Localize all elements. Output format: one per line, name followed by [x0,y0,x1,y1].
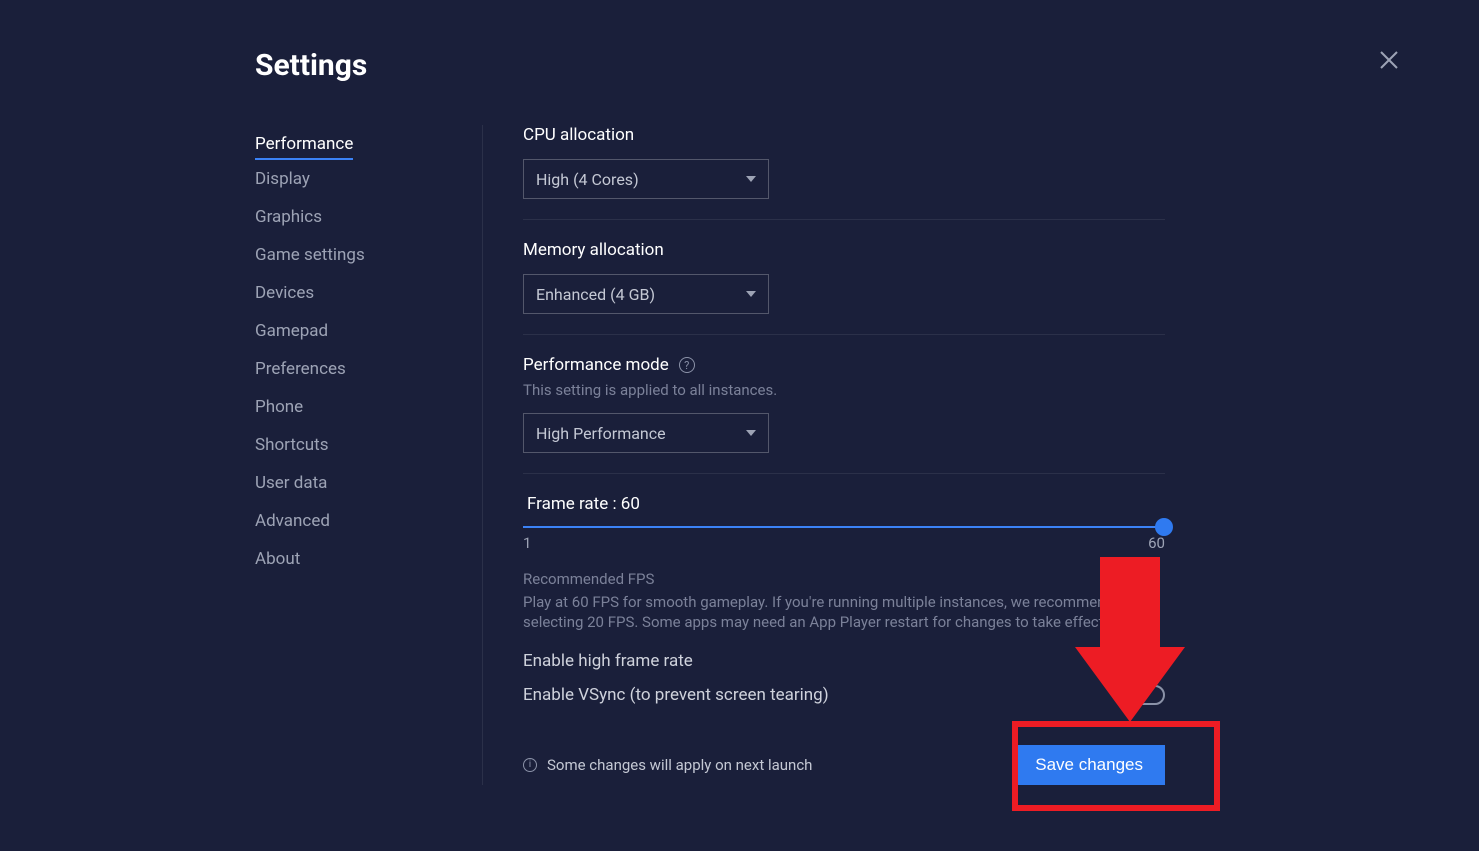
footer-note-text: Some changes will apply on next launch [547,756,812,774]
sidebar-item-game-settings[interactable]: Game settings [255,236,462,274]
cpu-allocation-label: CPU allocation [523,125,1165,145]
sidebar-item-shortcuts[interactable]: Shortcuts [255,426,462,464]
sidebar-item-preferences[interactable]: Preferences [255,350,462,388]
sidebar-item-about[interactable]: About [255,540,462,578]
frame-rate-label: Frame rate : 60 [527,494,1165,514]
sidebar-item-advanced[interactable]: Advanced [255,502,462,540]
performance-mode-hint: This setting is applied to all instances… [523,381,1165,399]
frame-rate-min: 1 [523,534,531,552]
help-icon[interactable]: ? [679,357,695,373]
sidebar-item-devices[interactable]: Devices [255,274,462,312]
performance-mode-dropdown[interactable]: High Performance [523,413,769,453]
sidebar-item-performance[interactable]: Performance [255,125,353,160]
settings-content: CPU allocation High (4 Cores) Memory all… [483,125,1165,785]
sidebar-item-gamepad[interactable]: Gamepad [255,312,462,350]
frame-rate-max: 60 [1148,534,1165,552]
info-icon: i [523,758,537,772]
chevron-down-icon [746,430,756,436]
frame-rate-slider[interactable] [523,526,1165,528]
performance-mode-label: Performance mode [523,355,669,375]
memory-allocation-label: Memory allocation [523,240,1165,260]
sidebar-item-user-data[interactable]: User data [255,464,462,502]
memory-allocation-value: Enhanced (4 GB) [536,285,655,304]
performance-mode-value: High Performance [536,424,666,443]
settings-sidebar: Performance Display Graphics Game settin… [255,125,483,785]
sidebar-item-phone[interactable]: Phone [255,388,462,426]
sidebar-item-graphics[interactable]: Graphics [255,198,462,236]
cpu-allocation-value: High (4 Cores) [536,170,639,189]
memory-allocation-dropdown[interactable]: Enhanced (4 GB) [523,274,769,314]
close-button[interactable] [1377,48,1401,72]
enable-high-frame-rate-label: Enable high frame rate [523,651,693,671]
sidebar-item-display[interactable]: Display [255,160,462,198]
chevron-down-icon [746,291,756,297]
page-title: Settings [255,48,1479,83]
toggle-knob [1130,688,1144,702]
save-changes-button[interactable]: Save changes [1013,745,1165,785]
chevron-down-icon [746,176,756,182]
recommended-fps-title: Recommended FPS [523,570,1165,588]
cpu-allocation-dropdown[interactable]: High (4 Cores) [523,159,769,199]
slider-thumb[interactable] [1155,518,1173,536]
vsync-toggle[interactable] [1127,685,1165,705]
enable-vsync-label: Enable VSync (to prevent screen tearing) [523,685,829,705]
recommended-fps-text: Play at 60 FPS for smooth gameplay. If y… [523,592,1165,633]
